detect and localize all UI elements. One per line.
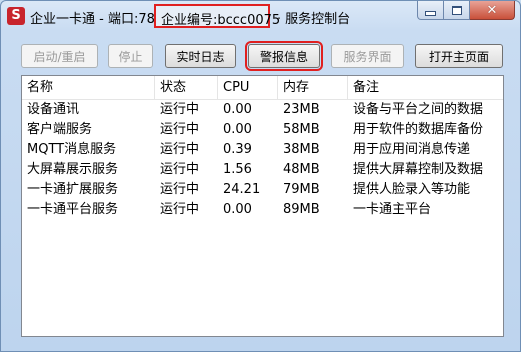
cell-status: 运行中 [160, 142, 200, 157]
cell-name: 设备通讯 [27, 102, 80, 117]
cell-cpu: 0.00 [223, 122, 252, 137]
column-header-memory[interactable]: 内存 [278, 76, 348, 99]
cell-status: 运行中 [160, 102, 200, 117]
column-header-note[interactable]: 备注 [348, 76, 503, 99]
cell-status: 运行中 [160, 182, 200, 197]
cell-name: 一卡通扩展服务 [27, 182, 119, 197]
window-title: 企业一卡通 - 端口:7899 [30, 12, 172, 27]
cell-cpu: 0.39 [223, 142, 252, 157]
cell-cpu: 0.00 [223, 202, 252, 217]
close-icon: ✕ [486, 2, 498, 18]
enterprise-id-label: 企业编号:bccc0075 [161, 13, 281, 28]
cell-memory: 79MB [283, 182, 320, 197]
cell-memory: 89MB [283, 202, 320, 217]
cell-name: MQTT消息服务 [27, 142, 117, 157]
table-row[interactable]: 大屏幕展示服务 运行中 1.56 48MB 提供大屏幕控制及数据 [22, 160, 503, 180]
window-subtitle: 服务控制台 [277, 8, 350, 27]
service-ui-button[interactable]: 服务界面 [331, 44, 404, 68]
app-icon: S [7, 7, 25, 25]
cell-memory: 23MB [283, 102, 320, 117]
cell-note: 一卡通主平台 [353, 202, 432, 217]
stop-button[interactable]: 停止 [108, 44, 153, 68]
cell-cpu: 24.21 [223, 182, 261, 197]
realtime-log-button[interactable]: 实时日志 [165, 44, 236, 68]
cell-cpu: 1.56 [223, 162, 252, 177]
cell-memory: 58MB [283, 122, 320, 137]
table-row[interactable]: MQTT消息服务 运行中 0.39 38MB 用于应用间消息传递 [22, 140, 503, 160]
cell-name: 一卡通平台服务 [27, 202, 119, 217]
column-header-name[interactable]: 名称 [22, 76, 155, 99]
main-window: S 企业一卡通 - 端口:7899 企业编号:bccc0075 服务控制台 ✕ … [0, 0, 521, 352]
cell-note: 提供人脸录入等功能 [353, 182, 471, 197]
table-row[interactable]: 一卡通平台服务 运行中 0.00 89MB 一卡通主平台 [22, 200, 503, 220]
minimize-button[interactable] [417, 1, 444, 20]
cell-status: 运行中 [160, 162, 200, 177]
list-header: 名称 状态 CPU 内存 备注 [22, 76, 503, 100]
cell-status: 运行中 [160, 202, 200, 217]
minimize-icon [425, 10, 436, 16]
cell-note: 用于应用间消息传递 [353, 142, 471, 157]
open-homepage-button[interactable]: 打开主页面 [415, 44, 503, 68]
table-row[interactable]: 一卡通扩展服务 运行中 24.21 79MB 提供人脸录入等功能 [22, 180, 503, 200]
close-button[interactable]: ✕ [470, 1, 515, 20]
title-bar[interactable]: S 企业一卡通 - 端口:7899 企业编号:bccc0075 服务控制台 ✕ [1, 1, 520, 31]
cell-note: 用于软件的数据库备份 [353, 122, 484, 137]
cell-note: 提供大屏幕控制及数据 [353, 162, 484, 177]
cell-name: 客户端服务 [27, 122, 93, 137]
service-list[interactable]: 名称 状态 CPU 内存 备注 设备通讯 运行中 0.00 23MB 设备与平台… [21, 75, 504, 337]
start-restart-button[interactable]: 启动/重启 [21, 44, 98, 68]
column-header-cpu[interactable]: CPU [218, 76, 278, 99]
cell-status: 运行中 [160, 122, 200, 137]
column-header-status[interactable]: 状态 [155, 76, 218, 99]
alarm-info-button[interactable]: 警报信息 [245, 41, 323, 71]
table-row[interactable]: 客户端服务 运行中 0.00 58MB 用于软件的数据库备份 [22, 120, 503, 140]
cell-name: 大屏幕展示服务 [27, 162, 119, 177]
cell-cpu: 0.00 [223, 102, 252, 117]
table-row[interactable]: 设备通讯 运行中 0.00 23MB 设备与平台之间的数据 [22, 100, 503, 120]
enterprise-id-highlight: 企业编号:bccc0075 [154, 4, 280, 28]
cell-memory: 38MB [283, 142, 320, 157]
window-controls: ✕ [417, 1, 515, 21]
maximize-button[interactable] [444, 1, 470, 20]
cell-note: 设备与平台之间的数据 [353, 102, 484, 117]
cell-memory: 48MB [283, 162, 320, 177]
maximize-icon [451, 5, 462, 15]
